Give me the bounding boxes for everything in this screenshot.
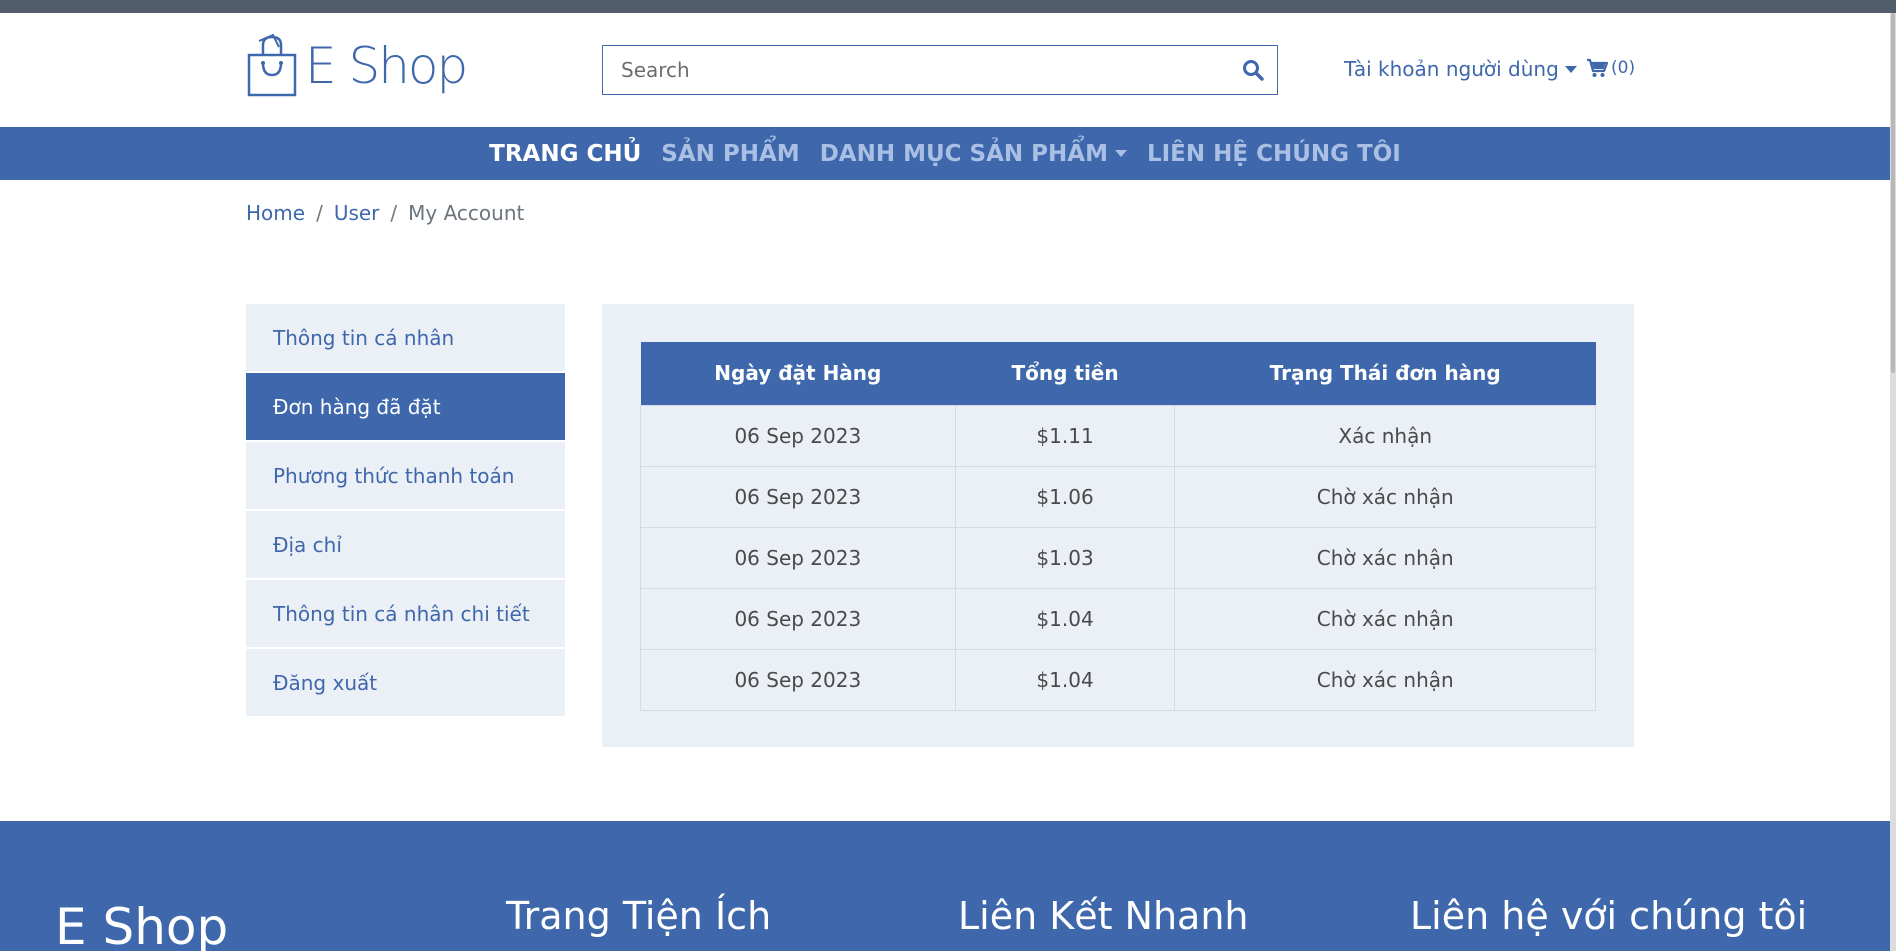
- orders-panel: Ngày đặt Hàng Tổng tiền Trạng Thái đơn h…: [602, 304, 1634, 747]
- table-header-row: Ngày đặt Hàng Tổng tiền Trạng Thái đơn h…: [640, 342, 1596, 405]
- breadcrumb-current: My Account: [408, 201, 525, 225]
- order-status: Xác nhận: [1174, 404, 1596, 467]
- column-header-status: Trạng Thái đơn hàng: [1174, 342, 1596, 405]
- table-row: 06 Sep 2023 $1.03 Chờ xác nhận: [640, 526, 1596, 589]
- sidebar-item-address[interactable]: Địa chỉ: [246, 511, 565, 578]
- nav-categories-label: DANH MỤC SẢN PHẨM: [819, 140, 1108, 167]
- sidebar-item-personal-info[interactable]: Thông tin cá nhân: [246, 304, 565, 371]
- page-scrollbar[interactable]: [1890, 13, 1896, 951]
- shopping-bag-icon: [247, 33, 297, 97]
- order-date: 06 Sep 2023: [640, 465, 956, 528]
- table-row: 06 Sep 2023 $1.11 Xác nhận: [640, 404, 1596, 467]
- footer-heading-quick-links: Liên Kết Nhanh: [958, 894, 1249, 938]
- cart-count: (0): [1611, 58, 1636, 78]
- order-total: $1.11: [954, 404, 1176, 467]
- footer-brand: E Shop: [55, 898, 229, 951]
- search-icon[interactable]: [1241, 58, 1265, 82]
- nav-contact[interactable]: LIÊN HỆ CHÚNG TÔI: [1147, 141, 1401, 167]
- order-status: Chờ xác nhận: [1174, 465, 1596, 528]
- account-sidebar: Thông tin cá nhân Đơn hàng đã đặt Phương…: [246, 304, 565, 718]
- order-status: Chờ xác nhận: [1174, 648, 1596, 711]
- column-header-total: Tổng tiền: [955, 342, 1175, 405]
- order-date: 06 Sep 2023: [640, 526, 956, 589]
- nav-categories[interactable]: DANH MỤC SẢN PHẨM: [820, 141, 1127, 167]
- footer-heading-contact: Liên hệ với chúng tôi: [1410, 894, 1808, 938]
- logo-text: E Shop: [305, 37, 468, 95]
- order-status: Chờ xác nhận: [1174, 526, 1596, 589]
- orders-table: Ngày đặt Hàng Tổng tiền Trạng Thái đơn h…: [640, 342, 1596, 711]
- order-date: 06 Sep 2023: [640, 587, 956, 650]
- search-input[interactable]: [603, 48, 1203, 92]
- order-total: $1.04: [954, 648, 1176, 711]
- order-date: 06 Sep 2023: [640, 648, 956, 711]
- column-header-order-date: Ngày đặt Hàng: [640, 342, 956, 405]
- cart-button[interactable]: (0): [1586, 58, 1635, 78]
- sidebar-item-payment-methods[interactable]: Phương thức thanh toán: [246, 442, 565, 509]
- order-date: 06 Sep 2023: [640, 404, 956, 467]
- order-status: Chờ xác nhận: [1174, 587, 1596, 650]
- cart-icon: [1587, 58, 1608, 77]
- site-header: E Shop Tài khoản người dùng (0): [0, 13, 1890, 127]
- site-footer: E Shop Trang Tiện Ích Liên Kết Nhanh Liê…: [0, 821, 1890, 951]
- scrollbar-thumb[interactable]: [1891, 13, 1895, 373]
- browser-bookmarks-strip: [0, 0, 1896, 13]
- account-dropdown[interactable]: Tài khoản người dùng: [1344, 57, 1577, 81]
- nav-products-label: SẢN PHẨM: [661, 140, 800, 167]
- caret-down-icon: [1564, 65, 1577, 73]
- table-row: 06 Sep 2023 $1.04 Chờ xác nhận: [640, 648, 1596, 711]
- account-label: Tài khoản người dùng: [1344, 57, 1559, 81]
- sidebar-item-logout[interactable]: Đăng xuất: [246, 649, 565, 716]
- table-row: 06 Sep 2023 $1.06 Chờ xác nhận: [640, 465, 1596, 528]
- nav-home[interactable]: TRANG CHỦ: [489, 141, 641, 167]
- site-logo[interactable]: E Shop: [245, 33, 468, 99]
- table-row: 06 Sep 2023 $1.04 Chờ xác nhận: [640, 587, 1596, 650]
- nav-contact-label: LIÊN HỆ CHÚNG TÔI: [1146, 140, 1401, 167]
- sidebar-item-orders[interactable]: Đơn hàng đã đặt: [246, 373, 565, 440]
- breadcrumb-separator: /: [390, 201, 398, 225]
- nav-home-label: TRANG CHỦ: [489, 140, 642, 167]
- footer-heading-utilities: Trang Tiện Ích: [506, 894, 772, 938]
- order-total: $1.06: [954, 465, 1176, 528]
- main-nav: TRANG CHỦ SẢN PHẨM DANH MỤC SẢN PHẨM LIÊ…: [0, 127, 1890, 180]
- breadcrumb-separator: /: [316, 201, 323, 225]
- sidebar-item-personal-details[interactable]: Thông tin cá nhân chi tiết: [246, 580, 565, 647]
- breadcrumb-home[interactable]: Home: [246, 201, 305, 225]
- order-total: $1.04: [954, 587, 1176, 650]
- search-bar: [602, 45, 1278, 95]
- breadcrumb-user[interactable]: User: [334, 201, 380, 225]
- order-total: $1.03: [954, 526, 1176, 589]
- nav-products[interactable]: SẢN PHẨM: [661, 141, 799, 167]
- caret-down-icon: [1114, 150, 1127, 157]
- breadcrumb: Home / User / My Account: [246, 201, 524, 225]
